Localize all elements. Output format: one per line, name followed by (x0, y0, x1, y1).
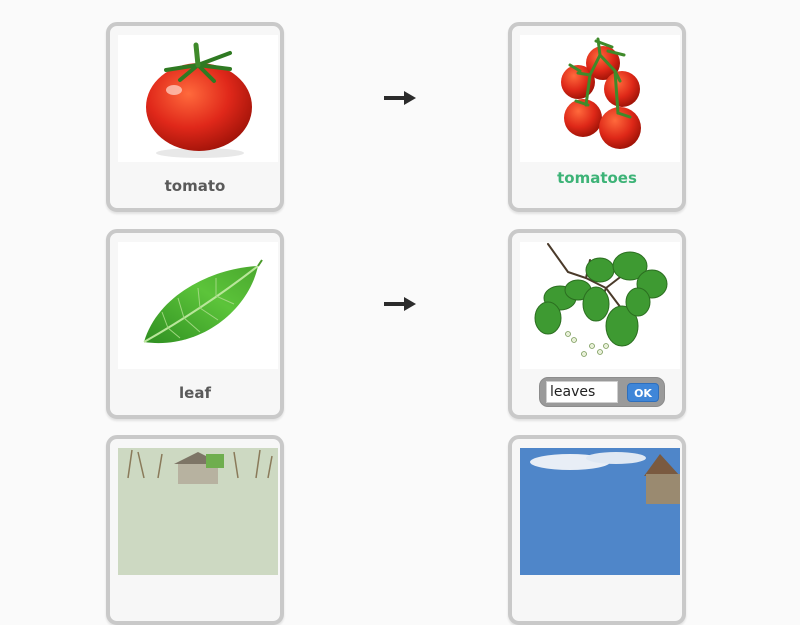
right-arrow-icon (384, 297, 416, 311)
plural-card-tomatoes: tomatoes (508, 22, 686, 212)
right-arrow-icon (384, 91, 416, 105)
word-label: leaf (179, 384, 211, 402)
ok-button[interactable]: OK (627, 383, 659, 402)
answer-input-group: OK (539, 377, 665, 407)
word-label: tomato (164, 177, 226, 195)
houses-image (520, 448, 680, 575)
plural-answer-input[interactable] (546, 381, 618, 403)
tomatoes-image (520, 35, 680, 162)
leaf-image (118, 242, 278, 369)
word-card-leaf: leaf (106, 229, 284, 419)
word-card-tomato: tomato (106, 22, 284, 212)
plural-card-leaves: OK (508, 229, 686, 419)
word-card-house (106, 435, 284, 625)
house-image (118, 448, 278, 575)
answer-label-correct: tomatoes (557, 169, 637, 187)
plural-card-houses (508, 435, 686, 625)
tomato-image (118, 35, 278, 162)
leaves-image (520, 242, 680, 369)
